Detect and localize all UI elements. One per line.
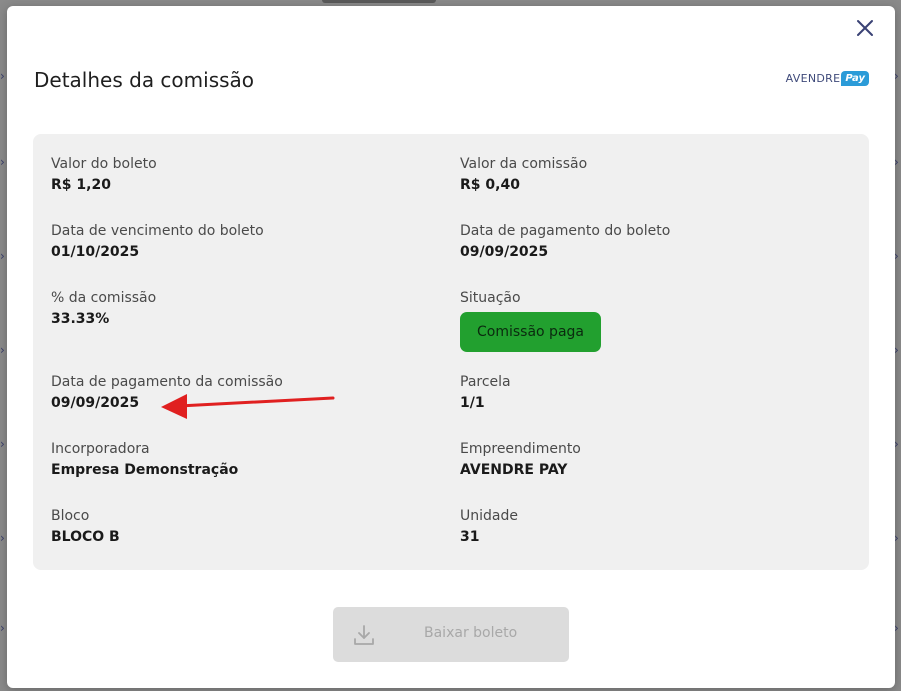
field-unidade: Unidade 31 bbox=[460, 506, 518, 548]
brand-logo-badge: Pay bbox=[841, 71, 869, 86]
chevron-right-icon: › bbox=[0, 621, 5, 635]
field-parcela: Parcela 1/1 bbox=[460, 372, 511, 414]
field-label: Valor da comissão bbox=[460, 156, 588, 172]
field-value: 31 bbox=[460, 529, 480, 545]
brand-logo: AVENDRE Pay bbox=[786, 71, 869, 86]
field-situacao: Situação Comissão paga bbox=[460, 288, 601, 352]
download-button-label: Baixar boleto bbox=[424, 625, 518, 641]
field-label: Empreendimento bbox=[460, 441, 581, 457]
field-label: Data de pagamento do boleto bbox=[460, 223, 671, 239]
field-label: Incorporadora bbox=[51, 441, 150, 457]
field-data-vencimento: Data de vencimento do boleto 01/10/2025 bbox=[51, 221, 264, 263]
field-label: Data de vencimento do boleto bbox=[51, 223, 264, 239]
field-value: BLOCO B bbox=[51, 529, 120, 545]
field-value: 01/10/2025 bbox=[51, 244, 140, 260]
field-label: Valor do boleto bbox=[51, 156, 157, 172]
download-icon bbox=[354, 625, 374, 645]
backdrop-handle bbox=[322, 0, 436, 3]
field-value: Empresa Demonstração bbox=[51, 462, 239, 478]
close-button[interactable] bbox=[855, 18, 875, 38]
field-value: R$ 1,20 bbox=[51, 177, 111, 193]
field-percentual-comissao: % da comissão 33.33% bbox=[51, 288, 156, 330]
field-value: R$ 0,40 bbox=[460, 177, 520, 193]
chevron-right-icon: › bbox=[0, 249, 5, 263]
field-value: 1/1 bbox=[460, 395, 485, 411]
field-empreendimento: Empreendimento AVENDRE PAY bbox=[460, 439, 581, 481]
details-card: Valor do boleto R$ 1,20 Valor da comissã… bbox=[33, 134, 869, 570]
brand-logo-text: AVENDRE bbox=[785, 72, 841, 85]
field-incorporadora: Incorporadora Empresa Demonstração bbox=[51, 439, 238, 481]
field-label: % da comissão bbox=[51, 290, 157, 306]
field-label: Parcela bbox=[460, 374, 511, 390]
field-label: Situação bbox=[460, 290, 521, 306]
field-bloco: Bloco BLOCO B bbox=[51, 506, 120, 548]
field-label: Bloco bbox=[51, 508, 90, 524]
chevron-right-icon: › bbox=[0, 437, 5, 451]
field-data-pagamento-boleto: Data de pagamento do boleto 09/09/2025 bbox=[460, 221, 670, 263]
field-label: Unidade bbox=[460, 508, 518, 524]
field-valor-comissao: Valor da comissão R$ 0,40 bbox=[460, 154, 587, 196]
chevron-right-icon: › bbox=[0, 69, 5, 83]
status-badge: Comissão paga bbox=[460, 312, 601, 352]
modal-title: Detalhes da comissão bbox=[34, 68, 255, 92]
chevron-right-icon: › bbox=[0, 155, 5, 169]
field-valor-boleto: Valor do boleto R$ 1,20 bbox=[51, 154, 157, 196]
field-value: 09/09/2025 bbox=[460, 244, 549, 260]
field-value: AVENDRE PAY bbox=[460, 462, 568, 478]
chevron-right-icon: › bbox=[0, 531, 5, 545]
field-value: 33.33% bbox=[51, 311, 110, 327]
download-boleto-button[interactable]: Baixar boleto bbox=[333, 607, 569, 662]
close-icon[interactable] bbox=[855, 18, 875, 38]
commission-details-modal: Detalhes da comissão AVENDRE Pay Valor d… bbox=[7, 6, 895, 688]
annotation-arrow-icon bbox=[161, 394, 335, 419]
chevron-right-icon: › bbox=[0, 343, 5, 357]
